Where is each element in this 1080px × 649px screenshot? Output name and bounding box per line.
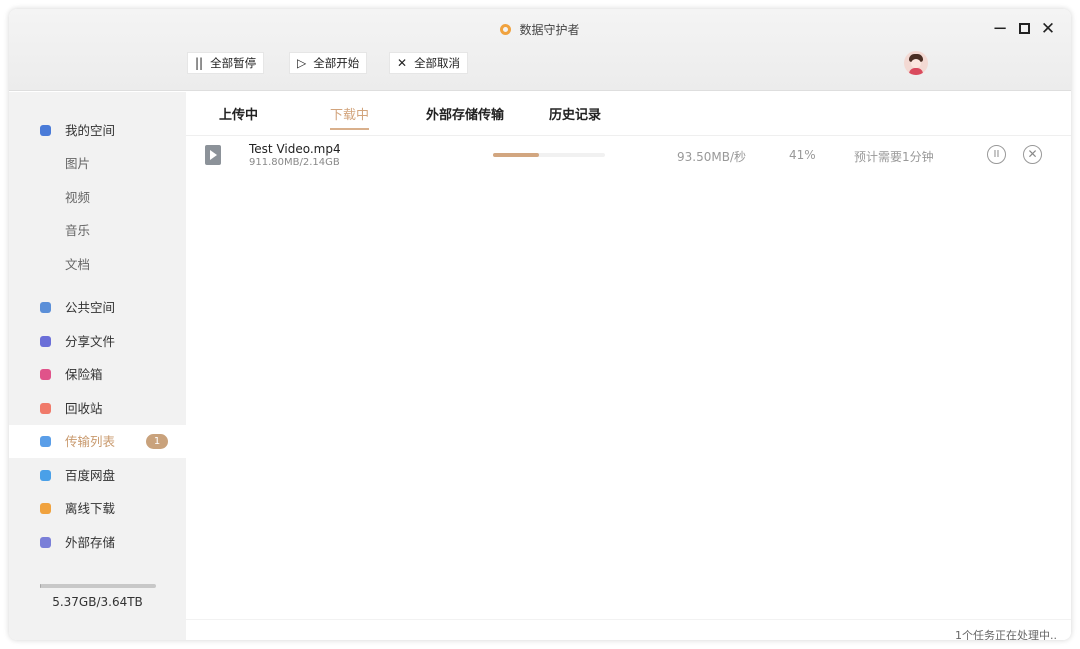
sidebar-item-my-space[interactable]: 我的空间 xyxy=(9,114,186,147)
maximize-button[interactable] xyxy=(1012,17,1036,41)
transfer-speed: 93.50MB/秒 xyxy=(677,150,746,164)
sidebar-item-label: 文档 xyxy=(65,257,91,272)
storage-usage-text: 5.37GB/3.64TB xyxy=(52,595,143,609)
status-divider xyxy=(186,619,1071,620)
sidebar-item-label: 保险箱 xyxy=(65,367,103,382)
window-title-text: 数据守护者 xyxy=(519,23,580,37)
cancel-all-label: 全部取消 xyxy=(414,56,461,70)
sidebar-item-transfer-list[interactable]: 传输列表 1 xyxy=(9,425,186,458)
sidebar-item-label: 传输列表 xyxy=(65,434,116,449)
close-button[interactable]: ✕ xyxy=(1036,17,1060,41)
app-logo-icon xyxy=(500,24,512,35)
offline-download-icon xyxy=(40,503,51,514)
sidebar-item-music[interactable]: 音乐 xyxy=(9,214,186,247)
sidebar-item-label: 回收站 xyxy=(65,401,103,416)
tab-history[interactable]: 历史记录 xyxy=(549,104,601,128)
sidebar-item-baidu-pan[interactable]: 百度网盘 xyxy=(9,459,186,492)
title-bar: 数据守护者 − ✕ || 全部暂停 ▷ 全部开始 ✕ 全部取消 xyxy=(9,9,1071,91)
tabs-divider xyxy=(186,135,1071,136)
user-avatar[interactable] xyxy=(904,51,928,75)
sidebar: 我的空间 图片 视频 音乐 文档 公共空间 分享文件 保险箱 回收站 传输列表 … xyxy=(9,92,186,640)
transfer-count-badge: 1 xyxy=(146,434,168,449)
storage-usage-fill xyxy=(40,584,41,588)
sidebar-item-videos[interactable]: 视频 xyxy=(9,181,186,214)
transfer-progress-fill xyxy=(493,153,539,157)
transfer-pause-button[interactable]: II xyxy=(987,145,1006,164)
sidebar-item-public-space[interactable]: 公共空间 xyxy=(9,291,186,324)
safe-icon xyxy=(40,369,51,380)
sidebar-item-label: 公共空间 xyxy=(65,300,116,315)
video-file-icon xyxy=(205,145,221,165)
avatar-body xyxy=(909,68,923,75)
pause-icon: || xyxy=(195,56,204,70)
start-all-label: 全部开始 xyxy=(313,56,360,70)
public-space-icon xyxy=(40,302,51,313)
status-text: 1个任务正在处理中.. xyxy=(955,629,1057,640)
sidebar-item-label: 图片 xyxy=(65,156,91,171)
pause-icon: II xyxy=(993,149,1000,160)
avatar-face xyxy=(911,59,921,68)
sidebar-item-documents[interactable]: 文档 xyxy=(9,248,186,281)
storage-usage-bar xyxy=(40,584,156,588)
cancel-all-button[interactable]: ✕ 全部取消 xyxy=(389,52,469,74)
sidebar-item-label: 我的空间 xyxy=(65,123,116,138)
sidebar-item-label: 音乐 xyxy=(65,223,91,238)
baidu-pan-icon xyxy=(40,470,51,481)
pause-all-label: 全部暂停 xyxy=(210,56,257,70)
sidebar-item-images[interactable]: 图片 xyxy=(9,147,186,180)
external-storage-icon xyxy=(40,537,51,548)
trash-icon xyxy=(40,403,51,414)
transfer-file-size: 911.80MB/2.14GB xyxy=(249,157,340,168)
sidebar-item-safe[interactable]: 保险箱 xyxy=(9,358,186,391)
my-space-icon xyxy=(40,125,51,136)
window-title: 数据守护者 xyxy=(9,21,1071,38)
play-icon: ▷ xyxy=(297,56,307,70)
sidebar-item-label: 离线下载 xyxy=(65,501,116,516)
close-icon: ✕ xyxy=(1027,147,1038,161)
pause-all-button[interactable]: || 全部暂停 xyxy=(187,52,265,74)
transfer-cancel-button[interactable]: ✕ xyxy=(1023,145,1042,164)
transfer-percent: 41% xyxy=(789,148,816,162)
share-icon xyxy=(40,336,51,347)
minimize-button[interactable]: − xyxy=(988,17,1012,41)
tab-downloading[interactable]: 下载中 xyxy=(330,104,370,130)
transfer-progress-bar xyxy=(493,153,605,157)
start-all-button[interactable]: ▷ 全部开始 xyxy=(289,52,368,74)
sidebar-item-label: 外部存储 xyxy=(65,535,116,550)
tab-external-storage-transfer[interactable]: 外部存储传输 xyxy=(426,104,504,128)
maximize-icon xyxy=(1018,23,1030,34)
transfer-icon xyxy=(40,436,51,447)
transfer-file-name: Test Video.mp4 xyxy=(249,142,341,156)
tab-uploading[interactable]: 上传中 xyxy=(219,104,258,128)
sidebar-item-external-storage[interactable]: 外部存储 xyxy=(9,526,186,559)
transfer-panel: 上传中 下载中 外部存储传输 历史记录 Test Video.mp4 911.8… xyxy=(186,92,1071,640)
sidebar-item-label: 分享文件 xyxy=(65,334,116,349)
sidebar-item-label: 视频 xyxy=(65,190,91,205)
transfer-eta: 预计需要1分钟 xyxy=(854,150,934,164)
sidebar-item-label: 百度网盘 xyxy=(65,468,116,483)
sidebar-item-trash[interactable]: 回收站 xyxy=(9,392,186,425)
app-window: 数据守护者 − ✕ || 全部暂停 ▷ 全部开始 ✕ 全部取消 我的空间 图片 视频 xyxy=(9,9,1071,640)
sidebar-item-offline-download[interactable]: 离线下载 xyxy=(9,492,186,525)
sidebar-item-share[interactable]: 分享文件 xyxy=(9,325,186,358)
close-icon: ✕ xyxy=(397,56,408,70)
